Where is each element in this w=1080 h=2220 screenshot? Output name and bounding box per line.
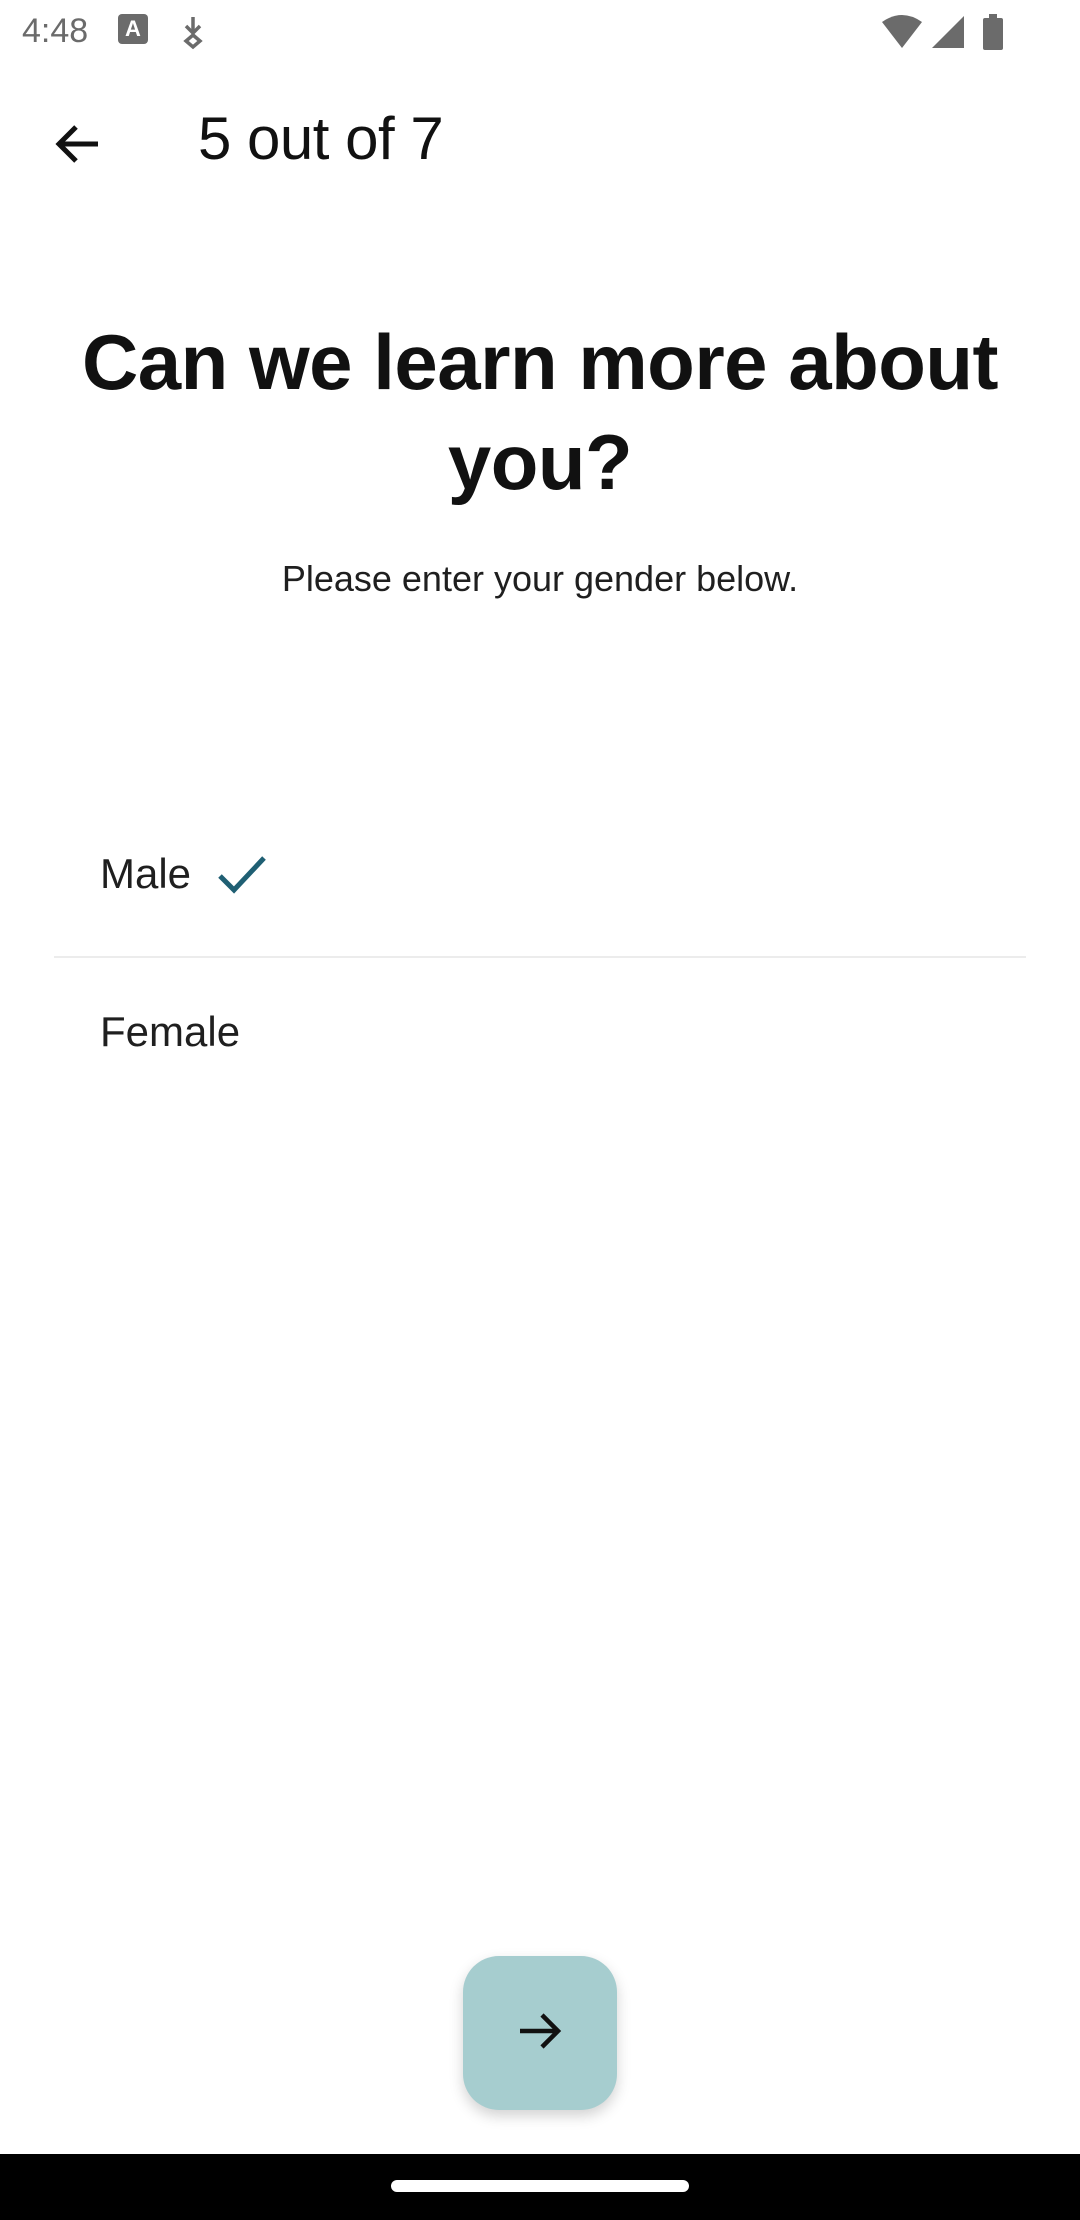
back-button[interactable] xyxy=(40,108,116,184)
step-progress-title: 5 out of 7 xyxy=(198,105,444,172)
arrow-right-icon xyxy=(514,2005,566,2062)
arrow-left-icon xyxy=(52,118,104,175)
next-button[interactable] xyxy=(463,1956,617,2110)
home-indicator[interactable] xyxy=(391,2180,689,2192)
option-label: Female xyxy=(100,1008,241,1055)
status-bar: 4:48 A xyxy=(0,0,1080,64)
checkmark-icon xyxy=(214,846,270,907)
wifi-icon xyxy=(880,14,924,55)
option-label: Male xyxy=(100,850,192,897)
page-title: Can we learn more about you? xyxy=(81,318,999,506)
app-bar: 5 out of 7 xyxy=(0,70,1080,210)
option-male[interactable]: Male xyxy=(54,800,1026,950)
status-time: 4:48 xyxy=(22,12,89,50)
option-female[interactable]: Female xyxy=(54,958,1026,1108)
page-subtitle: Please enter your gender below. xyxy=(281,558,799,599)
keyboard-a-icon: A xyxy=(118,14,148,44)
download-icon xyxy=(178,14,208,55)
battery-icon xyxy=(982,14,1004,55)
signal-icon xyxy=(930,14,966,55)
